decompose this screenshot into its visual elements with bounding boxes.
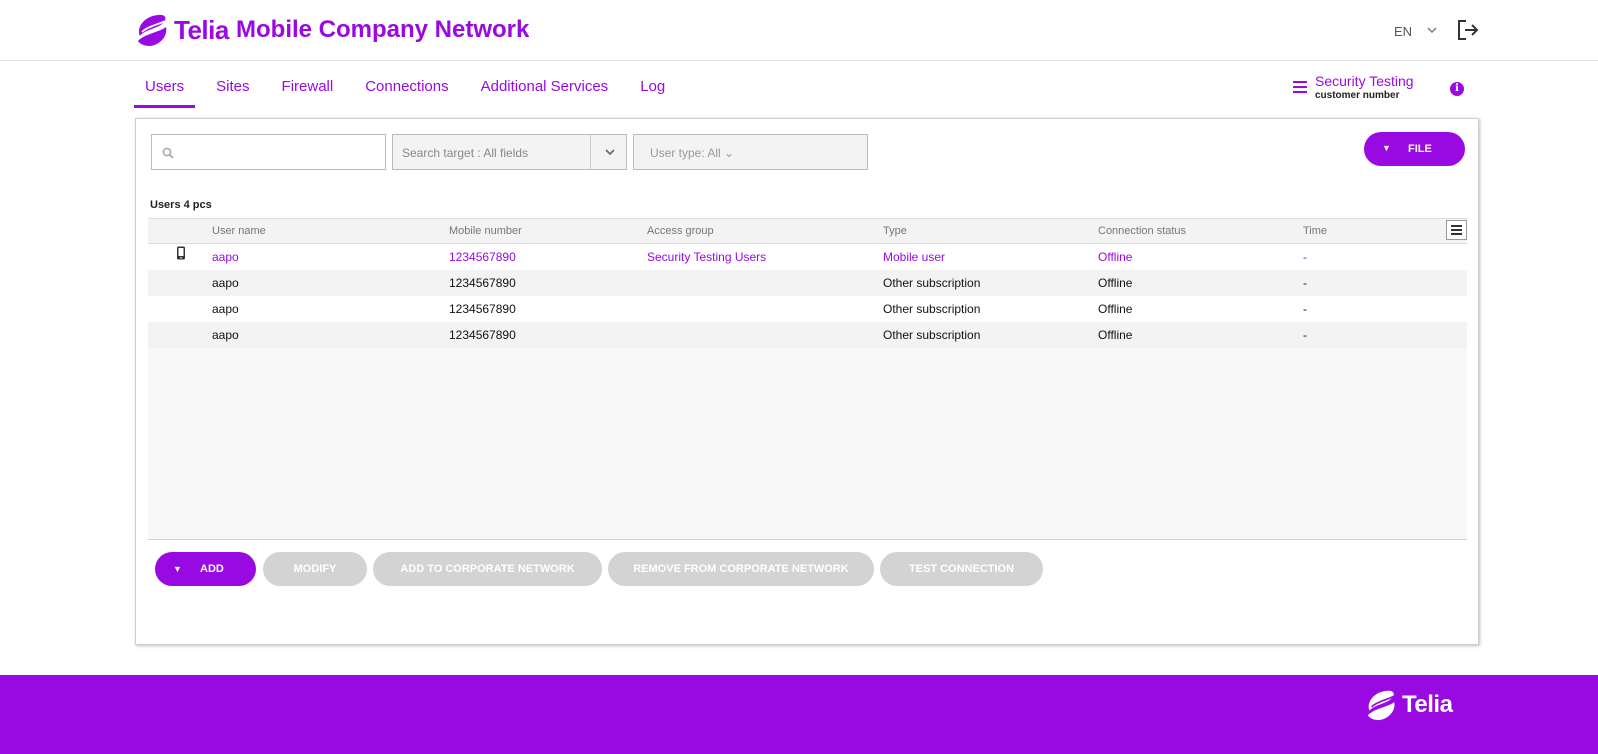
cell-time: - xyxy=(1303,302,1307,316)
cell-mobile-number: 1234567890 xyxy=(449,328,516,342)
account-subtitle: customer number xyxy=(1315,90,1400,101)
column-header-access-group[interactable]: Access group xyxy=(647,225,714,237)
mobile-phone-icon xyxy=(177,246,185,260)
user-type-filter[interactable]: User type: All ⌄ xyxy=(633,134,868,170)
main-tabs: Users Sites Firewall Connections Additio… xyxy=(134,78,686,108)
tab-firewall[interactable]: Firewall xyxy=(271,78,345,108)
cell-mobile-number[interactable]: 1234567890 xyxy=(449,250,516,264)
search-icon xyxy=(162,147,174,159)
telia-logo-icon xyxy=(1367,690,1395,721)
file-button-label: FILE xyxy=(1408,143,1432,155)
cell-time: - xyxy=(1303,250,1307,264)
search-target-select[interactable]: Search target : All fields xyxy=(392,134,627,170)
tab-additional-services[interactable]: Additional Services xyxy=(470,78,620,108)
column-header-connection-status[interactable]: Connection status xyxy=(1098,225,1186,237)
cell-user-name: aapo xyxy=(212,276,239,290)
cell-access-group[interactable]: Security Testing Users xyxy=(647,250,766,264)
column-header-user-name[interactable]: User name xyxy=(212,225,266,237)
column-header-type[interactable]: Type xyxy=(883,225,907,237)
info-icon[interactable]: i xyxy=(1450,82,1464,96)
cell-type: Other subscription xyxy=(883,276,981,290)
search-input[interactable] xyxy=(151,134,386,170)
brand-name: Telia xyxy=(174,14,229,45)
table-row[interactable]: aapo 1234567890 Other subscription Offli… xyxy=(148,322,1467,348)
table-row[interactable]: aapo 1234567890 Security Testing Users M… xyxy=(148,244,1467,270)
app-title: Mobile Company Network xyxy=(236,16,530,43)
modify-button[interactable]: MODIFY xyxy=(263,552,367,586)
column-header-mobile-number[interactable]: Mobile number xyxy=(449,225,522,237)
tab-users[interactable]: Users xyxy=(134,78,196,108)
caret-down-icon: ▼ xyxy=(1382,143,1391,153)
users-count: Users 4 pcs xyxy=(150,199,212,211)
cell-mobile-number: 1234567890 xyxy=(449,276,516,290)
select-divider xyxy=(590,135,591,169)
cell-time: - xyxy=(1303,328,1307,342)
tab-connections[interactable]: Connections xyxy=(354,78,459,108)
file-button[interactable]: ▼ FILE xyxy=(1364,132,1465,166)
page-footer: Telia xyxy=(0,675,1598,754)
cell-connection-status: Offline xyxy=(1098,328,1133,342)
chevron-down-icon[interactable] xyxy=(1426,24,1438,36)
cell-user-name: aapo xyxy=(212,302,239,316)
account-name: Security Testing xyxy=(1315,73,1414,89)
cell-type: Other subscription xyxy=(883,328,981,342)
telia-logo[interactable]: Telia xyxy=(134,12,229,48)
table-row[interactable]: aapo 1234567890 Other subscription Offli… xyxy=(148,296,1467,322)
users-table: User name Mobile number Access group Typ… xyxy=(148,218,1467,540)
cell-time: - xyxy=(1303,276,1307,290)
footer-logo: Telia xyxy=(1364,688,1453,722)
cell-connection-status: Offline xyxy=(1098,276,1133,290)
add-button[interactable]: ▼ ADD xyxy=(155,552,256,586)
table-header: User name Mobile number Access group Typ… xyxy=(148,218,1467,244)
cell-type[interactable]: Mobile user xyxy=(883,250,945,264)
cell-connection-status[interactable]: Offline xyxy=(1098,250,1132,264)
cell-user-name: aapo xyxy=(212,328,239,342)
hamburger-icon xyxy=(1293,81,1307,93)
tab-log[interactable]: Log xyxy=(629,78,676,108)
app-header: Telia Mobile Company Network EN xyxy=(0,0,1598,61)
column-header-time[interactable]: Time xyxy=(1303,225,1327,237)
users-panel: Search target : All fields User type: Al… xyxy=(135,118,1479,645)
test-connection-button[interactable]: TEST CONNECTION xyxy=(880,552,1043,586)
tab-sites[interactable]: Sites xyxy=(205,78,260,108)
telia-logo-icon xyxy=(138,14,167,46)
remove-from-corporate-network-button[interactable]: REMOVE FROM CORPORATE NETWORK xyxy=(608,552,874,586)
language-selector[interactable]: EN xyxy=(1394,24,1412,39)
cell-type: Other subscription xyxy=(883,302,981,316)
chevron-down-icon xyxy=(605,149,615,156)
cell-user-name[interactable]: aapo xyxy=(212,250,239,264)
caret-down-icon: ▼ xyxy=(173,564,182,574)
cell-mobile-number: 1234567890 xyxy=(449,302,516,316)
logout-icon[interactable] xyxy=(1456,18,1480,42)
column-menu-icon[interactable] xyxy=(1446,220,1467,240)
footer-brand-name: Telia xyxy=(1402,691,1453,718)
search-target-value: Search target : All fields xyxy=(402,146,529,160)
add-to-corporate-network-button[interactable]: ADD TO CORPORATE NETWORK xyxy=(373,552,602,586)
user-type-value: User type: All ⌄ xyxy=(650,146,735,160)
table-row[interactable]: aapo 1234567890 Other subscription Offli… xyxy=(148,270,1467,296)
add-button-label: ADD xyxy=(200,563,224,575)
cell-connection-status: Offline xyxy=(1098,302,1133,316)
